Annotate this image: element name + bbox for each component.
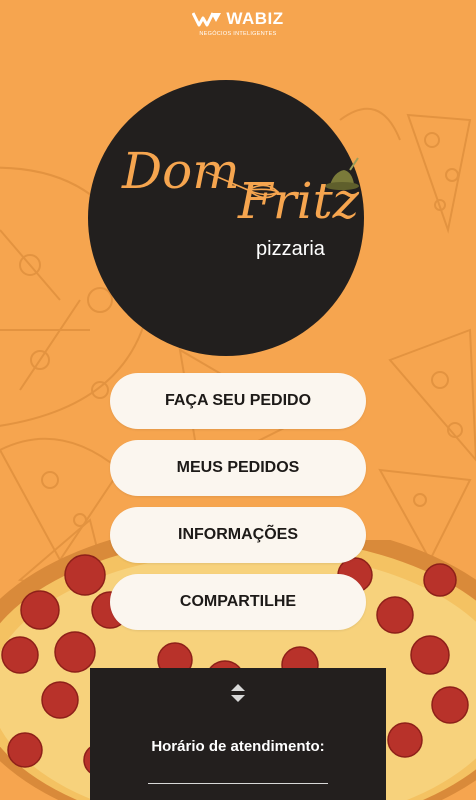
place-order-button[interactable]: FAÇA SEU PEDIDO <box>110 373 366 429</box>
brand-name: WABIZ <box>226 9 284 28</box>
logo-line-2: Fritz <box>237 172 360 230</box>
logo-subtitle: pizzaria <box>256 238 326 260</box>
opening-hours-panel: Horário de atendimento: <box>90 668 386 800</box>
logo-artwork: Dom Fritz pizzaria <box>121 142 360 260</box>
hours-divider <box>148 783 328 784</box>
brand-header: WABIZ NEGÓCIOS INTELIGENTES <box>0 9 476 37</box>
share-button[interactable]: COMPARTILHE <box>110 574 366 630</box>
information-button[interactable]: INFORMAÇÕES <box>110 507 366 563</box>
restaurant-logo: Dom Fritz pizzaria <box>88 80 364 356</box>
logo-line-1: Dom <box>121 142 240 200</box>
expand-collapse-icon[interactable] <box>228 682 248 704</box>
brand-tagline: NEGÓCIOS INTELIGENTES <box>199 31 277 37</box>
opening-hours-title: Horário de atendimento: <box>151 738 325 755</box>
wabiz-logo-icon <box>192 12 222 27</box>
my-orders-button[interactable]: MEUS PEDIDOS <box>110 440 366 496</box>
